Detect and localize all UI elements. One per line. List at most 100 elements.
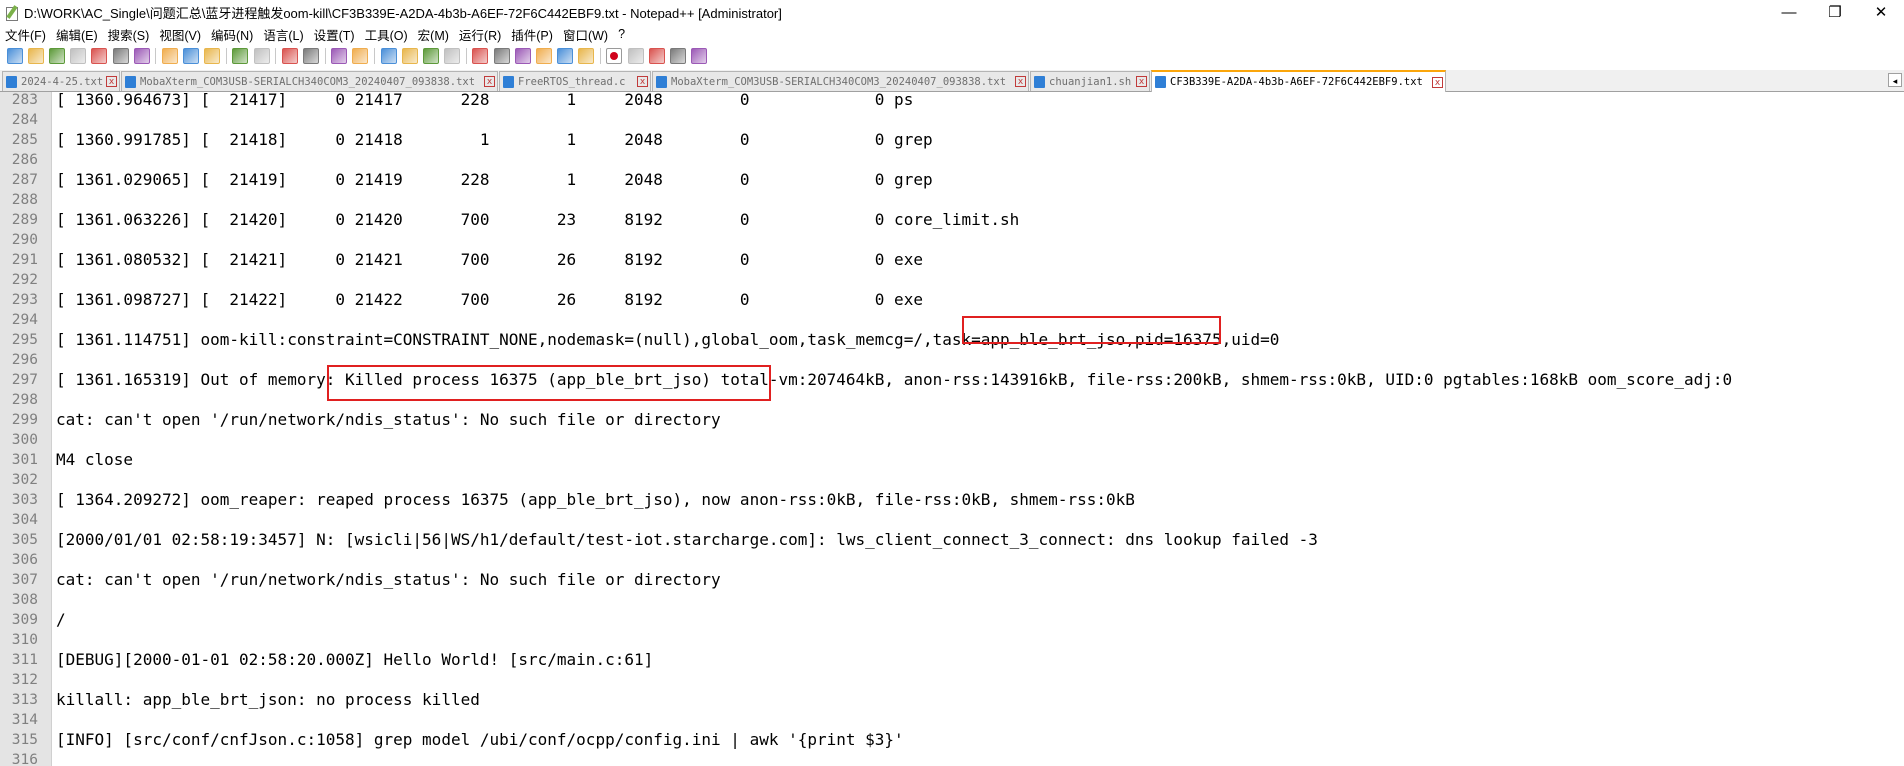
menu-encoding[interactable]: 编码(N) <box>206 25 258 44</box>
find-icon[interactable] <box>281 48 298 64</box>
editor-area[interactable]: 283 [ 1360.964673] [ 21417] 0 21417 228 1… <box>0 92 1904 766</box>
editor-line[interactable]: 303 [ 1364.209272] oom_reaper: reaped pro… <box>0 490 1904 510</box>
editor-line[interactable]: 300 <box>0 430 1904 450</box>
paste-icon[interactable] <box>204 48 221 64</box>
open-file-icon[interactable] <box>27 48 44 64</box>
editor-line[interactable]: 289 [ 1361.063226] [ 21420] 0 21420 700 2… <box>0 210 1904 230</box>
copy-icon[interactable] <box>183 48 200 64</box>
line-number: 316 <box>11 752 38 766</box>
restore-button[interactable]: ❐ <box>1812 0 1858 24</box>
editor-line[interactable]: 311 [DEBUG][2000-01-01 02:58:20.000Z] Hel… <box>0 650 1904 670</box>
editor-line[interactable]: 299 cat: can't open '/run/network/ndis_st… <box>0 410 1904 430</box>
zoom-in-icon[interactable] <box>331 48 348 64</box>
editor-line[interactable]: 309 / <box>0 610 1904 630</box>
editor-line[interactable]: 302 <box>0 470 1904 490</box>
sync-vertical-icon[interactable] <box>380 48 397 64</box>
menu-run[interactable]: 运行(R) <box>454 25 506 44</box>
editor-line[interactable]: 298 <box>0 390 1904 410</box>
editor-line[interactable]: 307 cat: can't open '/run/network/ndis_st… <box>0 570 1904 590</box>
editor-line[interactable]: 291 [ 1361.080532] [ 21421] 0 21421 700 2… <box>0 250 1904 270</box>
save-icon[interactable] <box>48 48 65 64</box>
editor-line[interactable]: 293 [ 1361.098727] [ 21422] 0 21422 700 2… <box>0 290 1904 310</box>
line-number: 314 <box>11 712 38 728</box>
editor-line[interactable]: 288 <box>0 190 1904 210</box>
tab-scroll-left-button[interactable]: ◂ <box>1888 73 1902 87</box>
run-macro-multiple-icon[interactable] <box>670 48 687 64</box>
editor-line[interactable]: 310 <box>0 630 1904 650</box>
menu-search[interactable]: 搜索(S) <box>103 25 155 44</box>
playback-macro-icon[interactable] <box>648 48 665 64</box>
replace-icon[interactable] <box>303 48 320 64</box>
menu-file[interactable]: 文件(F) <box>0 25 51 44</box>
menu-view[interactable]: 视图(V) <box>154 25 206 44</box>
udl-icon[interactable] <box>493 48 510 64</box>
tab-close-icon[interactable]: x <box>1136 76 1147 87</box>
editor-line[interactable]: 290 <box>0 230 1904 250</box>
tab-mobaxterm-1[interactable]: MobaXterm_COM3USB-SERIALCH340COM3_202404… <box>121 71 498 91</box>
close-all-icon[interactable] <box>112 48 129 64</box>
line-number: 307 <box>11 572 38 588</box>
tab-close-icon[interactable]: x <box>484 76 495 87</box>
redo-icon[interactable] <box>253 48 270 64</box>
editor-line[interactable]: 296 <box>0 350 1904 370</box>
minimize-button[interactable]: — <box>1766 0 1812 24</box>
line-text: [ 1361.080532] [ 21421] 0 21421 700 26 8… <box>56 250 923 269</box>
editor-line[interactable]: 297 [ 1361.165319] Out of memory: Killed … <box>0 370 1904 390</box>
save-all-icon[interactable] <box>70 48 87 64</box>
menu-plugins[interactable]: 插件(P) <box>506 25 558 44</box>
editor-line[interactable]: 314 <box>0 710 1904 730</box>
editor-line[interactable]: 284 <box>0 110 1904 130</box>
tab-chuanjian1[interactable]: chuanjian1.sh x <box>1030 71 1150 91</box>
editor-line[interactable]: 294 <box>0 310 1904 330</box>
editor-line[interactable]: 315 [INFO] [src/conf/cnfJson.c:1058] grep… <box>0 730 1904 750</box>
menu-tools[interactable]: 工具(O) <box>360 25 413 44</box>
tab-2024-4-25[interactable]: 2024-4-25.txt x <box>2 71 120 91</box>
editor-line[interactable]: 283 [ 1360.964673] [ 21417] 0 21417 228 1… <box>0 92 1904 110</box>
editor-line[interactable]: 304 <box>0 510 1904 530</box>
editor-line[interactable]: 313 killall: app_ble_brt_json: no process… <box>0 690 1904 710</box>
editor-line[interactable]: 286 <box>0 150 1904 170</box>
function-list-icon[interactable] <box>535 48 552 64</box>
menu-help[interactable]: ? <box>613 27 630 41</box>
stop-record-icon[interactable] <box>627 48 644 64</box>
editor-line[interactable]: 306 <box>0 550 1904 570</box>
indent-guide-icon[interactable] <box>472 48 489 64</box>
folder-workspace-icon[interactable] <box>557 48 574 64</box>
new-file-icon[interactable] <box>6 48 23 64</box>
tab-close-icon[interactable]: x <box>637 76 648 87</box>
menu-window[interactable]: 窗口(W) <box>558 25 613 44</box>
tab-close-icon[interactable]: x <box>106 76 117 87</box>
close-window-button[interactable]: ✕ <box>1858 0 1904 24</box>
editor-line[interactable]: 312 <box>0 670 1904 690</box>
print-icon[interactable] <box>133 48 150 64</box>
editor-line[interactable]: 301 M4 close <box>0 450 1904 470</box>
tab-cf3b339e-active[interactable]: CF3B339E-A2DA-4b3b-A6EF-72F6C442EBF9.txt… <box>1151 70 1446 92</box>
editor-line[interactable]: 295[ 1361.114751] oom-kill:constraint=CO… <box>0 330 1904 350</box>
menu-settings[interactable]: 设置(T) <box>309 25 360 44</box>
editor-line[interactable]: 287 [ 1361.029065] [ 21419] 0 21419 228 1… <box>0 170 1904 190</box>
editor-line[interactable]: 292 <box>0 270 1904 290</box>
word-wrap-icon[interactable] <box>422 48 439 64</box>
editor-line[interactable]: 285 [ 1360.991785] [ 21418] 0 21418 1 1 2… <box>0 130 1904 150</box>
save-macro-icon[interactable] <box>691 48 708 64</box>
menu-edit[interactable]: 编辑(E) <box>51 25 103 44</box>
menu-language[interactable]: 语言(L) <box>258 25 308 44</box>
tab-freertos-thread[interactable]: FreeRTOS_thread.c x <box>499 71 651 91</box>
sync-horizontal-icon[interactable] <box>401 48 418 64</box>
record-macro-icon[interactable] <box>606 48 623 64</box>
zoom-out-icon[interactable] <box>352 48 369 64</box>
editor-line[interactable]: 316 <box>0 750 1904 766</box>
tab-close-icon[interactable]: x <box>1015 76 1026 87</box>
editor-line[interactable]: 308 <box>0 590 1904 610</box>
cut-icon[interactable] <box>161 48 178 64</box>
doc-map-icon[interactable] <box>514 48 531 64</box>
tab-mobaxterm-2[interactable]: MobaXterm_COM3USB-SERIALCH340COM3_202404… <box>652 71 1029 91</box>
close-icon[interactable] <box>91 48 108 64</box>
undo-icon[interactable] <box>232 48 249 64</box>
editor-line[interactable]: 305 [2000/01/01 02:58:19:3457] N: [wsicli… <box>0 530 1904 550</box>
monitoring-icon[interactable] <box>578 48 595 64</box>
menu-macro[interactable]: 宏(M) <box>413 25 454 44</box>
tab-close-icon[interactable]: x <box>1432 76 1443 88</box>
line-number: 309 <box>11 612 38 628</box>
show-all-chars-icon[interactable] <box>444 48 461 64</box>
